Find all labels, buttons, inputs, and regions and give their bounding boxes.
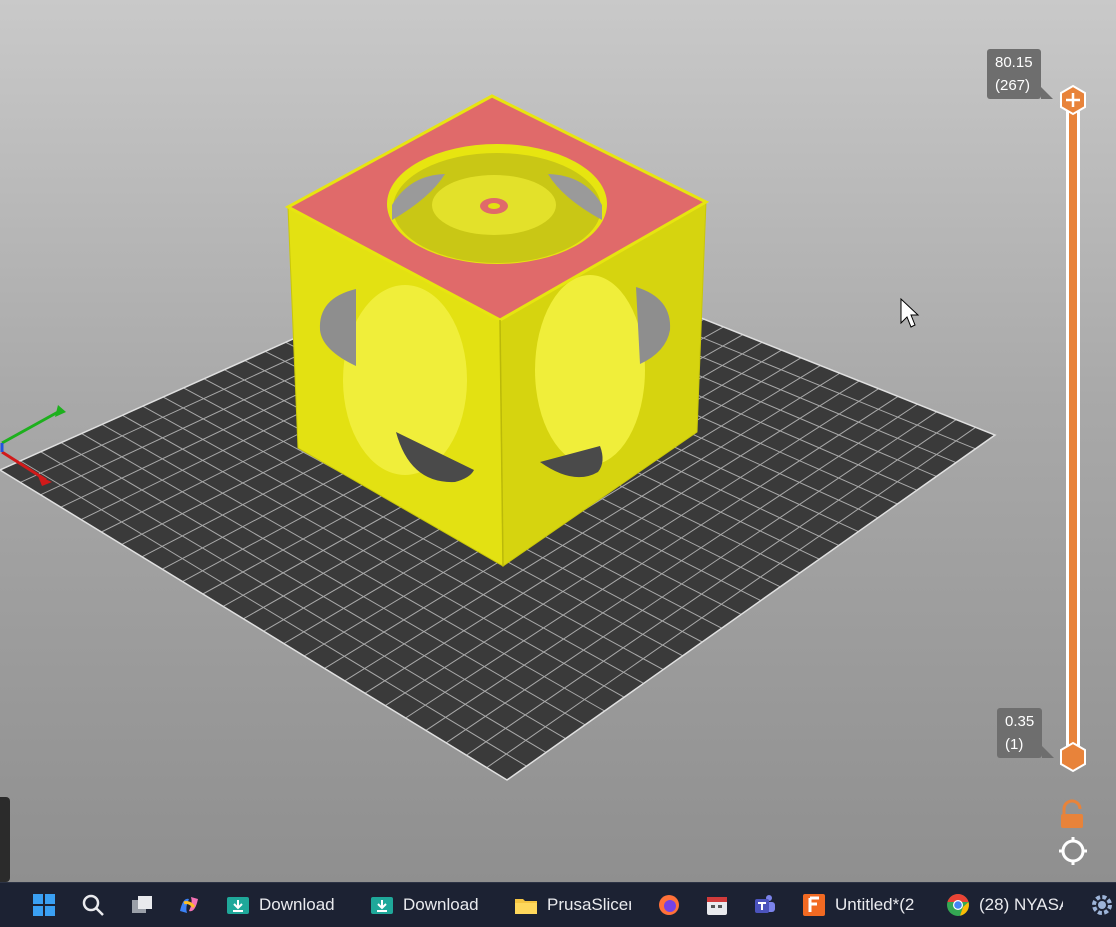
taskbar-app-label: Download bbox=[403, 895, 479, 914]
search-button[interactable] bbox=[81, 883, 105, 927]
folder-icon bbox=[515, 899, 537, 914]
firefox-icon bbox=[659, 895, 679, 915]
task-view-button[interactable] bbox=[130, 883, 154, 927]
mouse-cursor bbox=[900, 297, 920, 328]
taskbar-app-fusion[interactable]: Untitled*(2 bbox=[802, 883, 920, 927]
fusion-icon bbox=[803, 894, 825, 916]
taskbar-app-label: Untitled*(2 bbox=[835, 895, 915, 914]
slider-bottom-label: 0.35 (1) bbox=[997, 708, 1055, 758]
taskbar-app-downloads-1[interactable]: Download bbox=[226, 883, 344, 927]
bottom-height-value: 0.35 bbox=[1005, 713, 1035, 730]
teams-icon bbox=[755, 895, 775, 913]
taskbar-app-prusaslicer-folder[interactable]: PrusaSlicer bbox=[514, 883, 632, 927]
preview-scene bbox=[0, 84, 1087, 865]
taskbar-app-label: Download bbox=[259, 895, 335, 914]
top-layer-number: (267) bbox=[995, 77, 1031, 94]
slider-top-label: 80.15 (267) bbox=[987, 49, 1052, 99]
taskbar-app-downloads-2[interactable]: Download bbox=[370, 883, 488, 927]
calendar-icon bbox=[707, 897, 727, 915]
taskbar-app-label: (28) NYASA bbox=[979, 895, 1063, 914]
chrome-icon bbox=[947, 894, 969, 916]
layer-slider[interactable] bbox=[1060, 84, 1086, 773]
taskbar-app-settings[interactable] bbox=[1090, 883, 1114, 927]
task-view-icon bbox=[132, 896, 152, 913]
unlock-icon[interactable] bbox=[1061, 799, 1083, 828]
taskbar-app-teams[interactable] bbox=[753, 883, 777, 927]
taskbar-app-calendar[interactable] bbox=[705, 883, 729, 927]
search-icon bbox=[82, 894, 104, 916]
top-height-value: 80.15 bbox=[995, 54, 1033, 71]
gear-icon[interactable] bbox=[1059, 837, 1087, 865]
bottom-layer-number: (1) bbox=[1005, 736, 1024, 753]
slider-bottom-handle[interactable] bbox=[1060, 741, 1086, 773]
taskbar-app-firefox[interactable] bbox=[657, 883, 681, 927]
start-button[interactable] bbox=[32, 883, 56, 927]
copilot-button[interactable] bbox=[177, 883, 201, 927]
settings-icon bbox=[1092, 895, 1112, 915]
taskbar-app-label: PrusaSlicer bbox=[547, 895, 631, 914]
downloads-icon bbox=[371, 897, 393, 914]
collapse-sidebar-tab[interactable] bbox=[0, 797, 10, 882]
start-icon bbox=[33, 894, 55, 916]
downloads-icon bbox=[227, 897, 249, 914]
slider-top-handle[interactable] bbox=[1060, 84, 1086, 116]
3d-viewport[interactable]: 80.15 (267) 0.35 (1) bbox=[0, 0, 1116, 882]
taskbar-app-chrome[interactable]: (28) NYASA bbox=[946, 883, 1064, 927]
copilot-icon bbox=[180, 897, 198, 913]
taskbar: Download Download PrusaSlicer Untitled*(… bbox=[0, 882, 1116, 927]
